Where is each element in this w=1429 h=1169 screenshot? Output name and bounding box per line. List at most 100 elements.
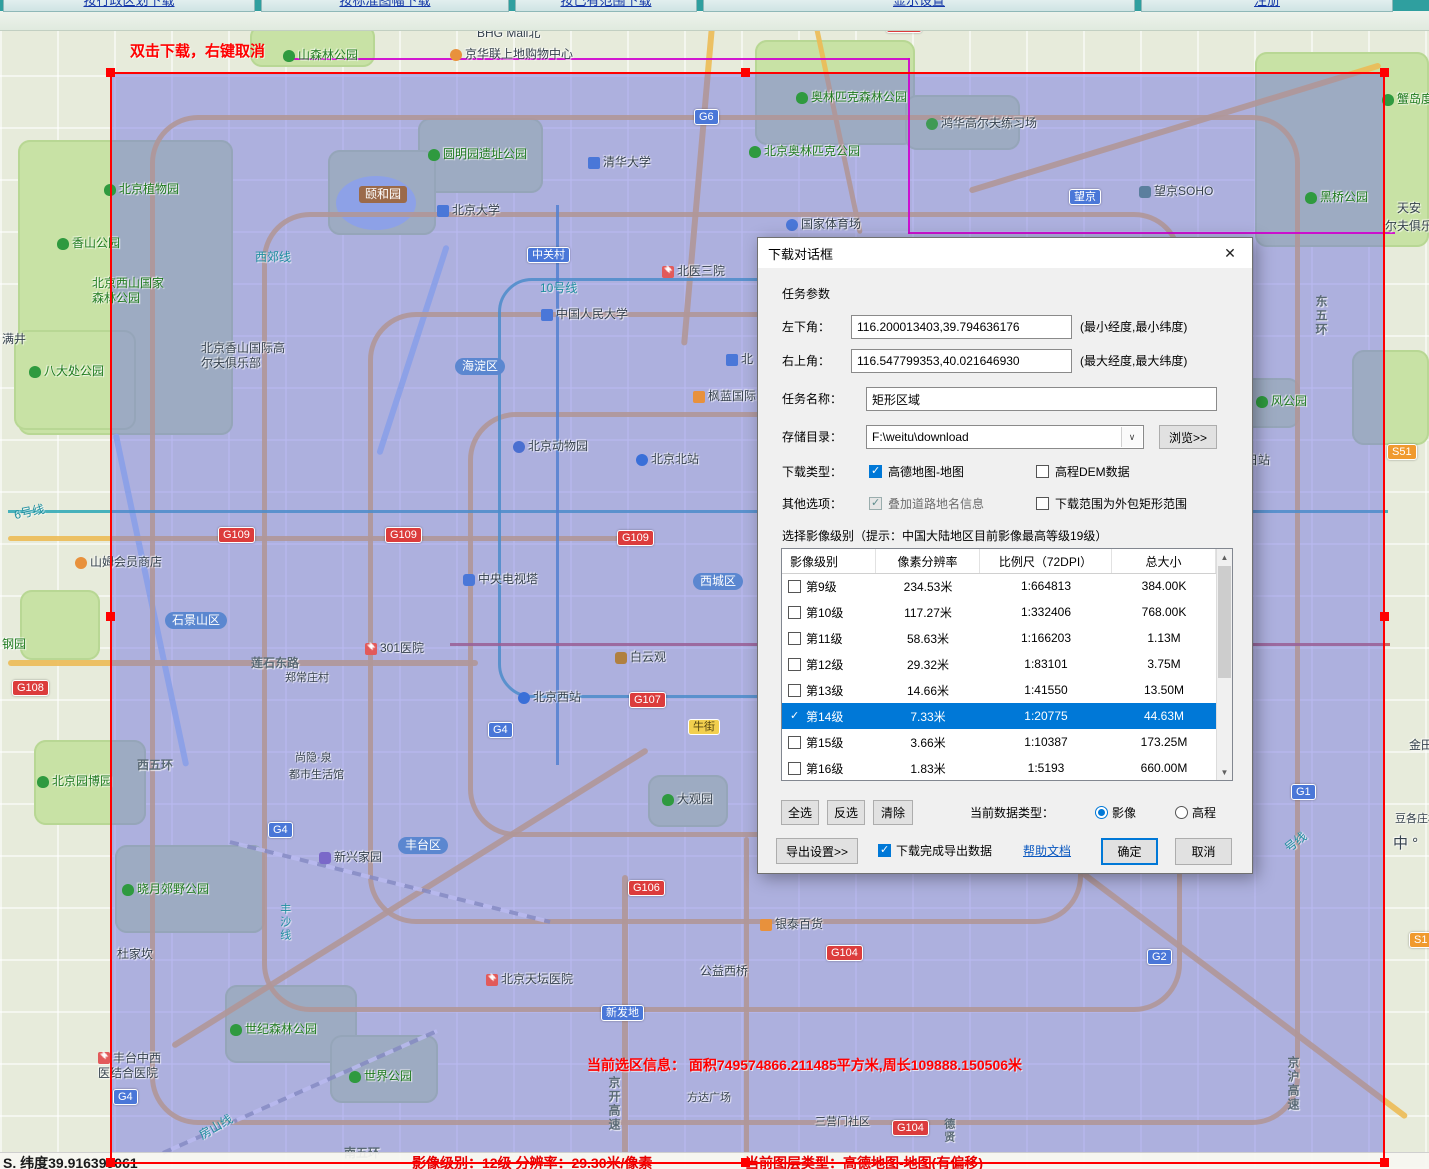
resolution-cell: 3.66米 — [876, 734, 980, 751]
dialog-titlebar[interactable]: 下载对话框 ✕ — [758, 238, 1252, 268]
field-label: 右上角： — [782, 349, 830, 373]
max-coord-input[interactable] — [851, 349, 1072, 373]
selection-handle[interactable] — [106, 612, 115, 621]
tree-icon — [37, 776, 49, 788]
level-checkbox[interactable] — [788, 736, 801, 749]
resolution-cell: 117.27米 — [876, 604, 980, 621]
level-checkbox[interactable] — [788, 710, 801, 723]
cart-icon — [75, 557, 87, 569]
export-after-download-checkbox[interactable] — [878, 844, 891, 857]
selection-handle[interactable] — [1380, 68, 1389, 77]
toolbar: 按行政区划下载按标准图幅下载按已有范围下载显示设置注册 — [0, 0, 1429, 31]
level-row[interactable]: 第9级234.53米1:664813384.00K — [782, 573, 1216, 599]
bounding-rect-checkbox[interactable] — [1036, 497, 1049, 510]
scroll-up-icon[interactable]: ▲ — [1217, 549, 1232, 565]
toolbar-tab[interactable]: 按标准图幅下载 — [261, 0, 509, 12]
browse-button[interactable]: 浏览>> — [1159, 425, 1217, 449]
resolution-cell: 234.53米 — [876, 578, 980, 595]
level-row[interactable]: 第15级3.66米1:10387173.25M — [782, 729, 1216, 755]
toolbar-tab[interactable]: 按行政区划下载 — [3, 0, 255, 12]
image-radio[interactable] — [1095, 806, 1108, 819]
map-label: 蟹岛度假村 — [1382, 92, 1429, 107]
storage-path-value: F:\weitu\download — [872, 430, 969, 444]
ok-button[interactable]: 确定 — [1101, 838, 1158, 865]
size-cell: 13.50M — [1112, 683, 1216, 697]
selection-handle[interactable] — [106, 1158, 115, 1167]
map-type-checkbox[interactable] — [869, 465, 882, 478]
close-icon[interactable]: ✕ — [1208, 238, 1252, 268]
column-header[interactable]: 总大小 — [1112, 549, 1216, 573]
table-scrollbar[interactable]: ▲ ▼ — [1216, 549, 1232, 780]
clear-button[interactable]: 清除 — [873, 800, 913, 825]
help-doc-link[interactable]: 帮助文档 — [1023, 839, 1071, 863]
field-label: 其他选项： — [782, 492, 842, 516]
level-label: 第14级 — [806, 708, 843, 725]
map-label: 钢园 — [2, 637, 26, 652]
level-row[interactable]: 第12级29.32米1:831013.75M — [782, 651, 1216, 677]
map-label: 天安 — [1397, 201, 1421, 216]
level-row[interactable]: 第13级14.66米1:4155013.50M — [782, 677, 1216, 703]
level-checkbox[interactable] — [788, 762, 801, 775]
level-checkbox[interactable] — [788, 606, 801, 619]
checkbox-label: 下载范围为外包矩形范围 — [1055, 492, 1187, 516]
level-checkbox[interactable] — [788, 580, 801, 593]
column-header[interactable]: 像素分辨率 — [876, 549, 980, 573]
toolbar-tab[interactable]: 注册 — [1141, 0, 1393, 12]
level-row[interactable]: 第14级7.33米1:2077544.63M — [782, 703, 1216, 729]
level-table-header: 影像级别 像素分辨率 比例尺（72DPI） 总大小 — [782, 549, 1216, 574]
level-cell: 第16级 — [782, 760, 876, 777]
checkbox-label: 高德地图-地图 — [888, 460, 964, 484]
road-badge: S51 — [1387, 444, 1417, 460]
map-label: 山森林公园 — [283, 48, 358, 63]
cancel-button[interactable]: 取消 — [1175, 838, 1232, 865]
field-label: 任务名称： — [782, 387, 842, 411]
level-table: 影像级别 像素分辨率 比例尺（72DPI） 总大小 第9级234.53米1:66… — [781, 548, 1233, 781]
level-row[interactable]: 第16级1.83米1:5193660.00M — [782, 755, 1216, 781]
scale-cell: 1:41550 — [980, 683, 1112, 697]
size-cell: 173.25M — [1112, 735, 1216, 749]
level-cell: 第10级 — [782, 604, 876, 621]
resolution-cell: 1.83米 — [876, 760, 980, 777]
cart-icon — [450, 49, 462, 61]
level-checkbox[interactable] — [788, 684, 801, 697]
storage-dir-combobox[interactable]: F:\weitu\download ∨ — [866, 425, 1144, 449]
min-coord-input[interactable] — [851, 315, 1072, 339]
scroll-down-icon[interactable]: ▼ — [1217, 764, 1232, 780]
dem-type-checkbox[interactable] — [1036, 465, 1049, 478]
level-label: 第10级 — [806, 604, 843, 621]
field-label: 下载类型： — [782, 460, 842, 484]
field-label: 左下角： — [782, 315, 830, 339]
resolution-cell: 58.63米 — [876, 630, 980, 647]
column-header[interactable]: 影像级别 — [782, 549, 876, 573]
level-checkbox[interactable] — [788, 658, 801, 671]
tree-icon — [283, 50, 295, 62]
scale-cell: 1:10387 — [980, 735, 1112, 749]
level-checkbox[interactable] — [788, 632, 801, 645]
task-name-input[interactable] — [866, 387, 1217, 411]
road-badge: G108 — [12, 680, 49, 696]
level-label: 第16级 — [806, 760, 843, 777]
map-label: 满井 — [2, 332, 26, 347]
resolution-cell: 29.32米 — [876, 656, 980, 673]
selection-handle[interactable] — [741, 68, 750, 77]
scroll-thumb[interactable] — [1218, 566, 1231, 678]
export-settings-button[interactable]: 导出设置>> — [776, 838, 858, 864]
toolbar-tab[interactable]: 按已有范围下载 — [515, 0, 697, 12]
level-row[interactable]: 第10级117.27米1:332406768.00K — [782, 599, 1216, 625]
elevation-radio[interactable] — [1175, 806, 1188, 819]
selection-handle[interactable] — [741, 1158, 750, 1167]
scale-cell: 1:5193 — [980, 761, 1112, 775]
selection-handle[interactable] — [1380, 1158, 1389, 1167]
column-header[interactable]: 比例尺（72DPI） — [980, 549, 1112, 573]
chevron-down-icon[interactable]: ∨ — [1121, 427, 1142, 447]
select-all-button[interactable]: 全选 — [781, 800, 819, 825]
scale-cell: 1:166203 — [980, 631, 1112, 645]
selection-handle[interactable] — [106, 68, 115, 77]
selection-handle[interactable] — [1380, 612, 1389, 621]
level-label: 第9级 — [806, 578, 837, 595]
level-row[interactable]: 第11级58.63米1:1662031.13M — [782, 625, 1216, 651]
invert-selection-button[interactable]: 反选 — [827, 800, 865, 825]
level-label: 第12级 — [806, 656, 843, 673]
level-cell: 第14级 — [782, 708, 876, 725]
toolbar-tab[interactable]: 显示设置 — [703, 0, 1135, 12]
